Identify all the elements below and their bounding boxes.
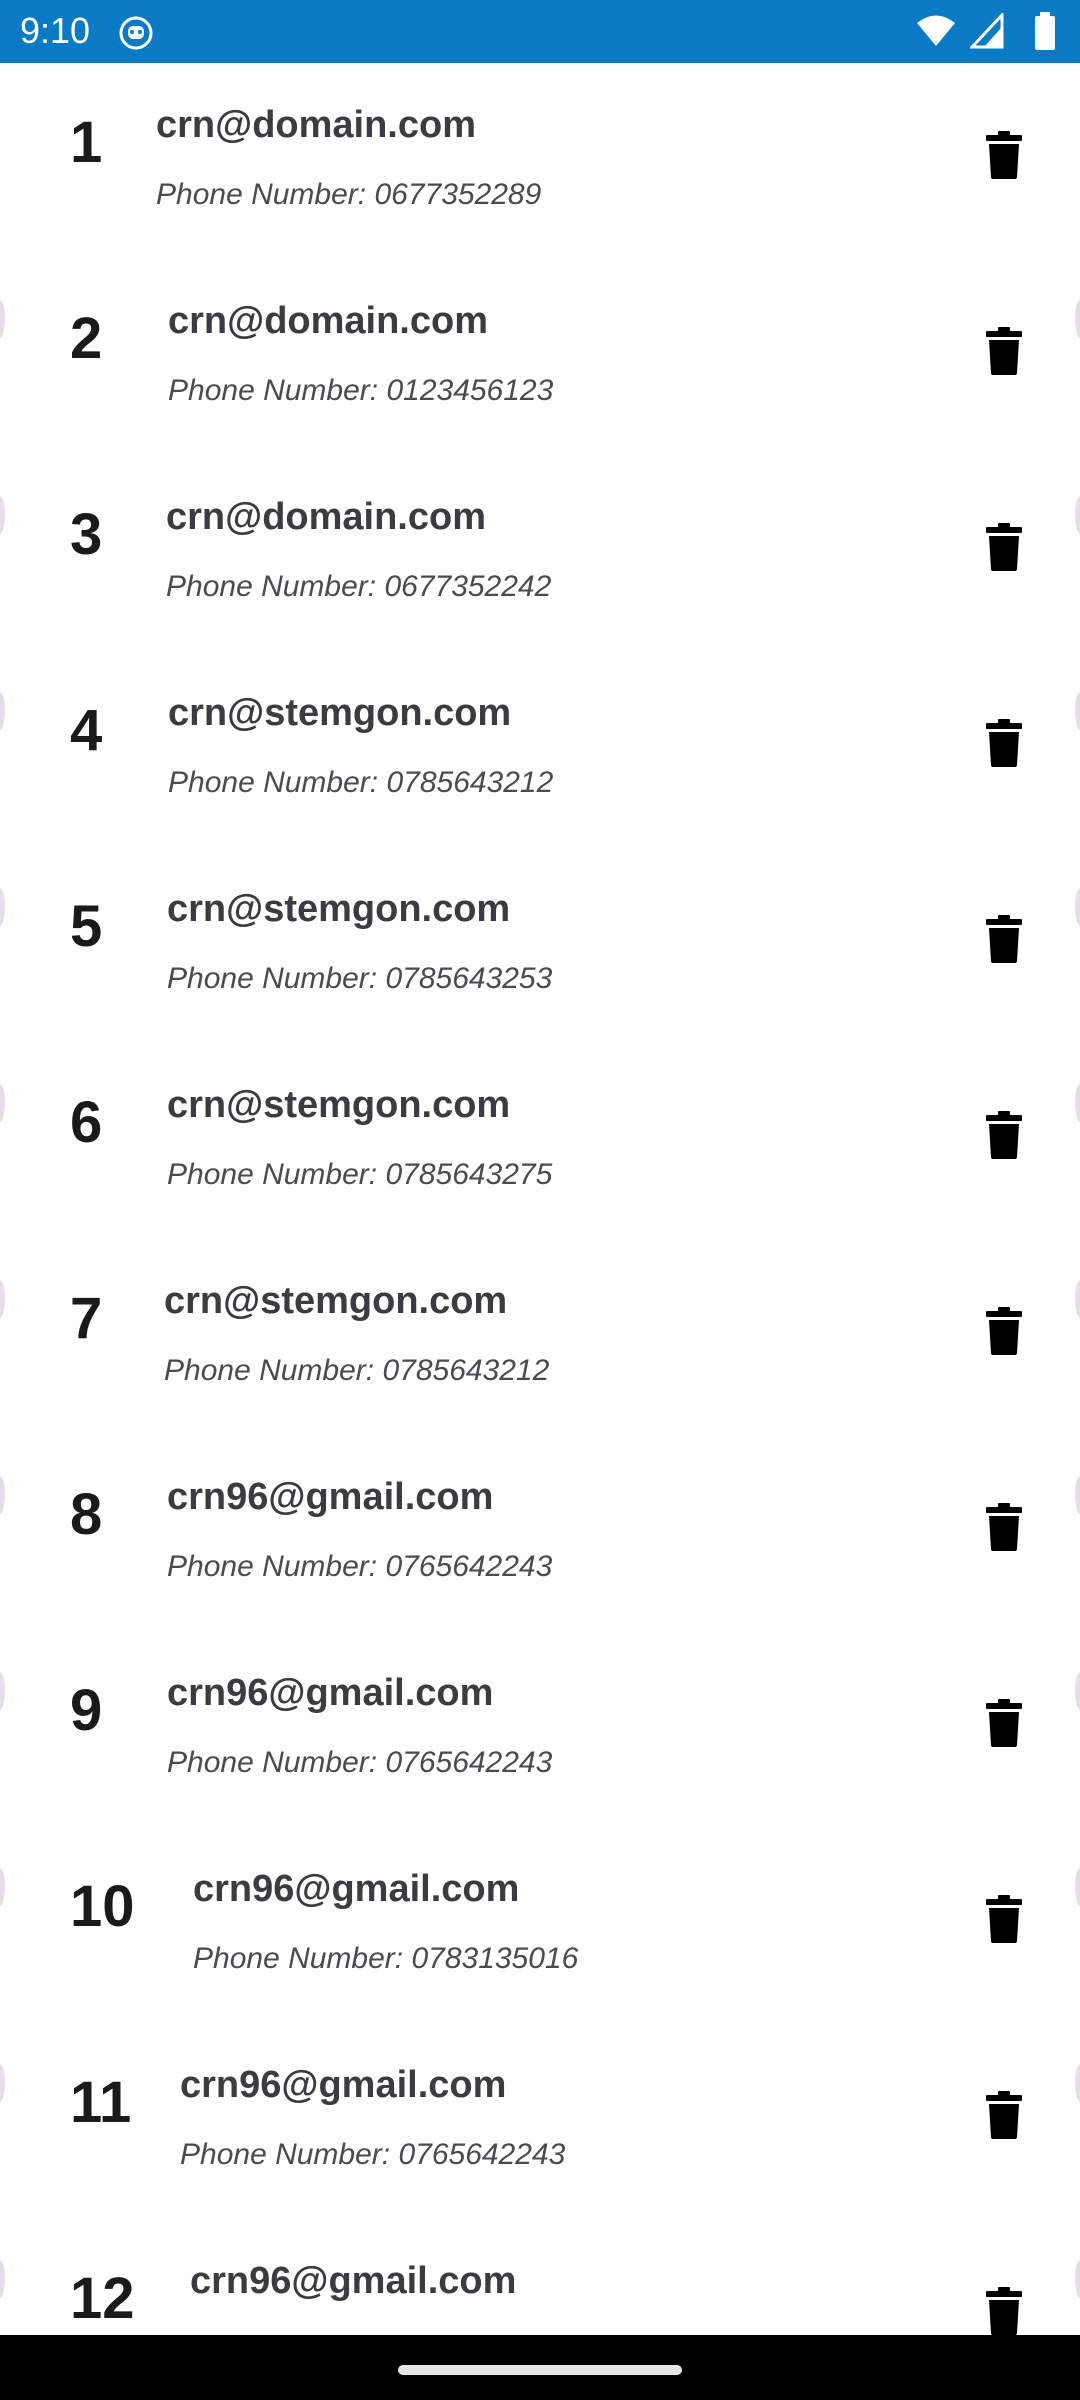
item-email: crn96@gmail.com xyxy=(167,1476,494,1518)
item-number: 3 xyxy=(70,502,103,567)
list-item[interactable]: 10 crn96@gmail.com Phone Number: 0783135… xyxy=(0,1827,1080,2023)
trash-icon xyxy=(986,1307,1022,1355)
item-email: crn@domain.com xyxy=(166,496,486,538)
delete-button[interactable] xyxy=(964,899,1044,979)
item-phone: Phone Number: 0765642243 xyxy=(167,1746,553,1779)
navigation-bar xyxy=(0,2335,1080,2400)
item-email: crn96@gmail.com xyxy=(193,1868,520,1910)
delete-button[interactable] xyxy=(964,1879,1044,1959)
delete-button[interactable] xyxy=(964,115,1044,195)
item-phone: Phone Number: 0677352242 xyxy=(166,570,552,603)
item-number: 7 xyxy=(70,1286,103,1351)
list-item[interactable]: 3 crn@domain.com Phone Number: 067735224… xyxy=(0,455,1080,651)
trash-icon xyxy=(986,2091,1022,2139)
delete-button[interactable] xyxy=(964,1291,1044,1371)
contact-list[interactable]: 1 crn@domain.com Phone Number: 067735228… xyxy=(0,63,1080,2335)
trash-icon xyxy=(986,131,1022,179)
item-email: crn96@gmail.com xyxy=(180,2064,507,2106)
list-item[interactable]: 5 crn@stemgon.com Phone Number: 07856432… xyxy=(0,847,1080,1043)
status-time: 9:10 xyxy=(20,10,91,51)
status-bar: 9:10 xyxy=(0,0,1080,63)
delete-button[interactable] xyxy=(964,2271,1044,2335)
item-phone: Phone Number: 0765642243 xyxy=(180,2138,566,2171)
item-email: crn@stemgon.com xyxy=(167,888,511,930)
wifi-icon xyxy=(917,15,955,46)
list-item[interactable]: 11 crn96@gmail.com Phone Number: 0765642… xyxy=(0,2023,1080,2219)
item-number: 4 xyxy=(70,698,103,763)
item-number: 9 xyxy=(70,1678,103,1743)
trash-icon xyxy=(986,1503,1022,1551)
trash-icon xyxy=(986,1699,1022,1747)
item-number: 1 xyxy=(70,110,103,175)
list-item[interactable]: 4 crn@stemgon.com Phone Number: 07856432… xyxy=(0,651,1080,847)
item-number: 5 xyxy=(70,894,103,959)
list-item[interactable]: 1 crn@domain.com Phone Number: 067735228… xyxy=(0,63,1080,259)
trash-icon xyxy=(986,523,1022,571)
delete-button[interactable] xyxy=(964,2075,1044,2155)
item-number: 10 xyxy=(70,1874,135,1939)
item-email: crn@stemgon.com xyxy=(168,692,512,734)
battery-icon xyxy=(1035,12,1055,50)
trash-icon xyxy=(986,1111,1022,1159)
item-phone: Phone Number: 0677352289 xyxy=(156,178,542,211)
item-email: crn@stemgon.com xyxy=(167,1084,511,1126)
item-phone: Phone Number: 0785643275 xyxy=(167,1158,553,1191)
delete-button[interactable] xyxy=(964,507,1044,587)
signal-icon xyxy=(970,13,1004,49)
trash-icon xyxy=(986,719,1022,767)
delete-button[interactable] xyxy=(964,703,1044,783)
list-item[interactable]: 7 crn@stemgon.com Phone Number: 07856432… xyxy=(0,1239,1080,1435)
delete-button[interactable] xyxy=(964,1487,1044,1567)
app-notification-icon xyxy=(119,16,153,50)
item-phone: Phone Number: 0785643212 xyxy=(168,766,554,799)
item-phone: Phone Number: 0785643212 xyxy=(164,1354,550,1387)
item-number: 12 xyxy=(70,2266,135,2331)
item-email: crn@domain.com xyxy=(168,300,488,342)
item-phone: Phone Number: 0783135016 xyxy=(193,1942,579,1975)
item-email: crn96@gmail.com xyxy=(190,2260,517,2302)
item-number: 6 xyxy=(70,1090,103,1155)
trash-icon xyxy=(986,327,1022,375)
item-number: 2 xyxy=(70,306,103,371)
item-email: crn96@gmail.com xyxy=(167,1672,494,1714)
delete-button[interactable] xyxy=(964,1683,1044,1763)
home-gesture-handle[interactable] xyxy=(398,2365,682,2375)
list-item[interactable]: 12 crn96@gmail.com xyxy=(0,2219,1080,2335)
list-item[interactable]: 8 crn96@gmail.com Phone Number: 07656422… xyxy=(0,1435,1080,1631)
item-number: 8 xyxy=(70,1482,103,1547)
list-item[interactable]: 9 crn96@gmail.com Phone Number: 07656422… xyxy=(0,1631,1080,1827)
item-email: crn@stemgon.com xyxy=(164,1280,508,1322)
item-number: 11 xyxy=(70,2070,132,2135)
list-item[interactable]: 2 crn@domain.com Phone Number: 012345612… xyxy=(0,259,1080,455)
item-phone: Phone Number: 0765642243 xyxy=(167,1550,553,1583)
trash-icon xyxy=(986,1895,1022,1943)
item-email: crn@domain.com xyxy=(156,104,476,146)
list-item[interactable]: 6 crn@stemgon.com Phone Number: 07856432… xyxy=(0,1043,1080,1239)
item-phone: Phone Number: 0785643253 xyxy=(167,962,553,995)
delete-button[interactable] xyxy=(964,311,1044,391)
delete-button[interactable] xyxy=(964,1095,1044,1175)
item-phone: Phone Number: 0123456123 xyxy=(168,374,554,407)
trash-icon xyxy=(986,2287,1022,2335)
trash-icon xyxy=(986,915,1022,963)
